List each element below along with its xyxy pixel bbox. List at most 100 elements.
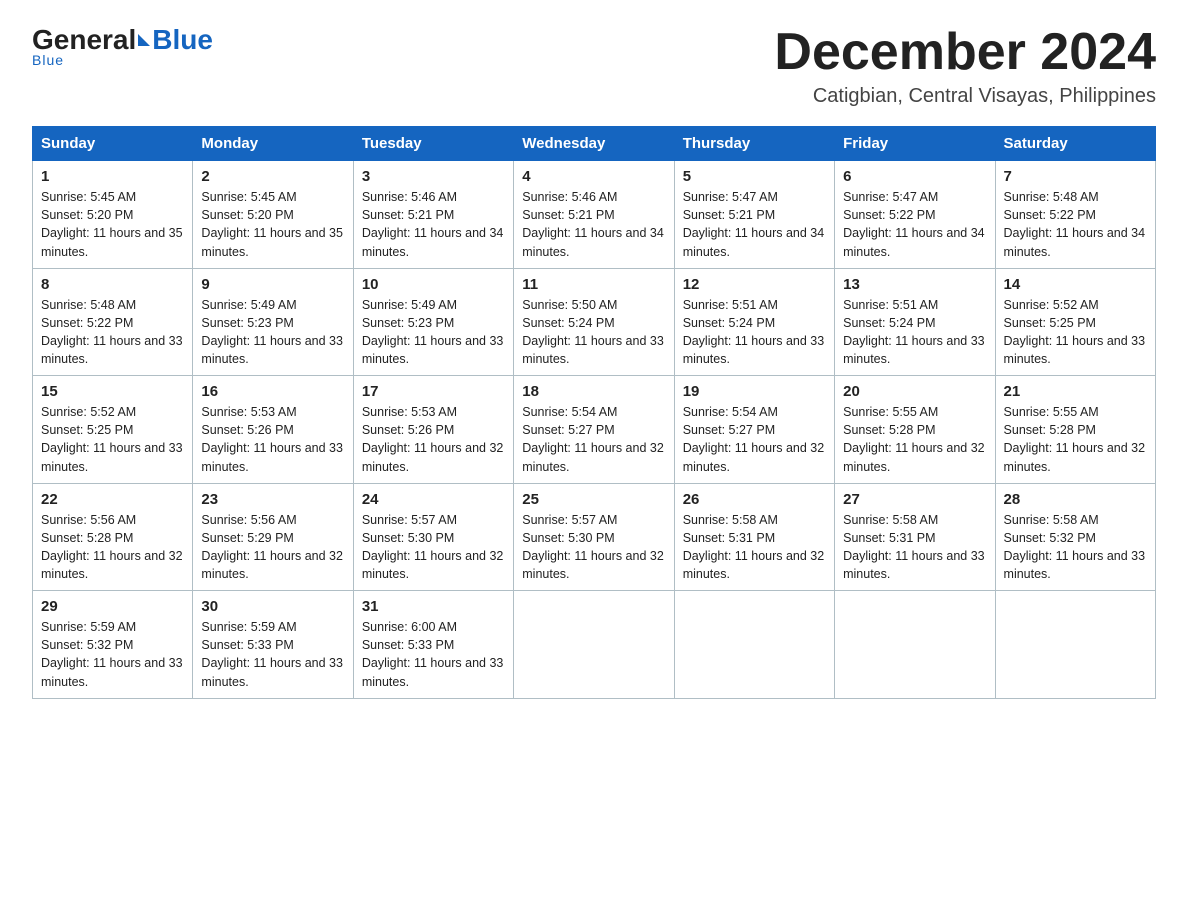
day-info: Sunrise: 5:57 AMSunset: 5:30 PMDaylight:…: [522, 511, 665, 584]
calendar-cell: 15 Sunrise: 5:52 AMSunset: 5:25 PMDayligh…: [33, 376, 193, 484]
calendar-cell: 19 Sunrise: 5:54 AMSunset: 5:27 PMDayligh…: [674, 376, 834, 484]
logo-blue-text: Blue: [152, 24, 213, 56]
calendar-week-5: 29 Sunrise: 5:59 AMSunset: 5:32 PMDayligh…: [33, 591, 1156, 699]
calendar-cell: 31Sunrise: 6:00 AMSunset: 5:33 PMDayligh…: [353, 591, 513, 699]
day-number: 16: [201, 383, 344, 400]
day-info: Sunrise: 5:54 AMSunset: 5:27 PMDaylight:…: [683, 403, 826, 476]
calendar-cell: [835, 591, 995, 699]
day-info: Sunrise: 5:58 AMSunset: 5:31 PMDaylight:…: [683, 511, 826, 584]
calendar-cell: 13 Sunrise: 5:51 AMSunset: 5:24 PMDayligh…: [835, 268, 995, 376]
day-number: 5: [683, 168, 826, 185]
day-number: 10: [362, 276, 505, 293]
calendar-cell: 25 Sunrise: 5:57 AMSunset: 5:30 PMDayligh…: [514, 483, 674, 591]
day-number: 6: [843, 168, 986, 185]
day-number: 19: [683, 383, 826, 400]
day-info: Sunrise: 5:51 AMSunset: 5:24 PMDaylight:…: [683, 296, 826, 369]
weekday-header-row: SundayMondayTuesdayWednesdayThursdayFrid…: [33, 127, 1156, 161]
day-number: 21: [1004, 383, 1147, 400]
calendar-cell: 7Sunrise: 5:48 AMSunset: 5:22 PMDaylight…: [995, 161, 1155, 269]
day-number: 9: [201, 276, 344, 293]
day-info: Sunrise: 5:55 AMSunset: 5:28 PMDaylight:…: [843, 403, 986, 476]
day-info: Sunrise: 5:52 AMSunset: 5:25 PMDaylight:…: [41, 403, 184, 476]
calendar-cell: 11Sunrise: 5:50 AMSunset: 5:24 PMDayligh…: [514, 268, 674, 376]
day-number: 30: [201, 598, 344, 615]
day-number: 18: [522, 383, 665, 400]
day-info: Sunrise: 5:47 AMSunset: 5:21 PMDaylight:…: [683, 188, 826, 261]
calendar-cell: [674, 591, 834, 699]
day-info: Sunrise: 5:59 AMSunset: 5:33 PMDaylight:…: [201, 618, 344, 691]
calendar-cell: 2 Sunrise: 5:45 AMSunset: 5:20 PMDaylight…: [193, 161, 353, 269]
day-info: Sunrise: 5:59 AMSunset: 5:32 PMDaylight:…: [41, 618, 184, 691]
day-number: 25: [522, 491, 665, 508]
calendar-cell: 8Sunrise: 5:48 AMSunset: 5:22 PMDaylight…: [33, 268, 193, 376]
calendar-cell: 21Sunrise: 5:55 AMSunset: 5:28 PMDayligh…: [995, 376, 1155, 484]
weekday-header-wednesday: Wednesday: [514, 127, 674, 161]
location-title: Catigbian, Central Visayas, Philippines: [774, 85, 1156, 108]
logo-underline: Blue: [32, 52, 64, 68]
day-info: Sunrise: 5:53 AMSunset: 5:26 PMDaylight:…: [201, 403, 344, 476]
calendar-cell: 1 Sunrise: 5:45 AMSunset: 5:20 PMDaylight…: [33, 161, 193, 269]
calendar-cell: 27 Sunrise: 5:58 AMSunset: 5:31 PMDayligh…: [835, 483, 995, 591]
logo-arrow-icon: [138, 34, 150, 46]
day-info: Sunrise: 5:45 AMSunset: 5:20 PMDaylight:…: [41, 188, 184, 261]
calendar-cell: [995, 591, 1155, 699]
day-number: 11: [522, 276, 665, 293]
calendar-cell: 26 Sunrise: 5:58 AMSunset: 5:31 PMDayligh…: [674, 483, 834, 591]
calendar-cell: 3 Sunrise: 5:46 AMSunset: 5:21 PMDaylight…: [353, 161, 513, 269]
day-number: 17: [362, 383, 505, 400]
day-info: Sunrise: 5:53 AMSunset: 5:26 PMDaylight:…: [362, 403, 505, 476]
day-number: 1: [41, 168, 184, 185]
day-number: 14: [1004, 276, 1147, 293]
weekday-header-friday: Friday: [835, 127, 995, 161]
calendar-cell: 28 Sunrise: 5:58 AMSunset: 5:32 PMDayligh…: [995, 483, 1155, 591]
day-number: 28: [1004, 491, 1147, 508]
weekday-header-thursday: Thursday: [674, 127, 834, 161]
day-number: 12: [683, 276, 826, 293]
weekday-header-monday: Monday: [193, 127, 353, 161]
title-block: December 2024 Catigbian, Central Visayas…: [774, 24, 1156, 108]
calendar-cell: 14Sunrise: 5:52 AMSunset: 5:25 PMDayligh…: [995, 268, 1155, 376]
page-header: General Blue Blue December 2024 Catigbia…: [32, 24, 1156, 108]
calendar-cell: 4Sunrise: 5:46 AMSunset: 5:21 PMDaylight…: [514, 161, 674, 269]
day-number: 26: [683, 491, 826, 508]
calendar-cell: 24Sunrise: 5:57 AMSunset: 5:30 PMDayligh…: [353, 483, 513, 591]
day-info: Sunrise: 5:58 AMSunset: 5:31 PMDaylight:…: [843, 511, 986, 584]
calendar-cell: 23Sunrise: 5:56 AMSunset: 5:29 PMDayligh…: [193, 483, 353, 591]
weekday-header-saturday: Saturday: [995, 127, 1155, 161]
day-number: 4: [522, 168, 665, 185]
day-info: Sunrise: 5:58 AMSunset: 5:32 PMDaylight:…: [1004, 511, 1147, 584]
day-number: 8: [41, 276, 184, 293]
calendar-cell: 6 Sunrise: 5:47 AMSunset: 5:22 PMDaylight…: [835, 161, 995, 269]
day-info: Sunrise: 5:56 AMSunset: 5:28 PMDaylight:…: [41, 511, 184, 584]
calendar-body: 1 Sunrise: 5:45 AMSunset: 5:20 PMDaylight…: [33, 161, 1156, 699]
day-number: 15: [41, 383, 184, 400]
day-number: 13: [843, 276, 986, 293]
calendar-cell: 22Sunrise: 5:56 AMSunset: 5:28 PMDayligh…: [33, 483, 193, 591]
calendar-table: SundayMondayTuesdayWednesdayThursdayFrid…: [32, 126, 1156, 699]
calendar-cell: 20Sunrise: 5:55 AMSunset: 5:28 PMDayligh…: [835, 376, 995, 484]
day-info: Sunrise: 5:57 AMSunset: 5:30 PMDaylight:…: [362, 511, 505, 584]
day-info: Sunrise: 5:49 AMSunset: 5:23 PMDaylight:…: [362, 296, 505, 369]
calendar-cell: 5 Sunrise: 5:47 AMSunset: 5:21 PMDaylight…: [674, 161, 834, 269]
calendar-cell: 30 Sunrise: 5:59 AMSunset: 5:33 PMDayligh…: [193, 591, 353, 699]
day-info: Sunrise: 5:45 AMSunset: 5:20 PMDaylight:…: [201, 188, 344, 261]
day-info: Sunrise: 5:51 AMSunset: 5:24 PMDaylight:…: [843, 296, 986, 369]
day-info: Sunrise: 5:46 AMSunset: 5:21 PMDaylight:…: [362, 188, 505, 261]
day-number: 3: [362, 168, 505, 185]
day-number: 2: [201, 168, 344, 185]
day-info: Sunrise: 5:47 AMSunset: 5:22 PMDaylight:…: [843, 188, 986, 261]
calendar-cell: 10 Sunrise: 5:49 AMSunset: 5:23 PMDayligh…: [353, 268, 513, 376]
calendar-cell: 12 Sunrise: 5:51 AMSunset: 5:24 PMDayligh…: [674, 268, 834, 376]
weekday-header-tuesday: Tuesday: [353, 127, 513, 161]
calendar-cell: 18 Sunrise: 5:54 AMSunset: 5:27 PMDayligh…: [514, 376, 674, 484]
logo: General Blue Blue: [32, 24, 213, 68]
day-info: Sunrise: 5:48 AMSunset: 5:22 PMDaylight:…: [1004, 188, 1147, 261]
day-number: 29: [41, 598, 184, 615]
day-info: Sunrise: 5:54 AMSunset: 5:27 PMDaylight:…: [522, 403, 665, 476]
calendar-week-2: 8Sunrise: 5:48 AMSunset: 5:22 PMDaylight…: [33, 268, 1156, 376]
day-number: 31: [362, 598, 505, 615]
month-title: December 2024: [774, 24, 1156, 81]
calendar-week-3: 15 Sunrise: 5:52 AMSunset: 5:25 PMDayligh…: [33, 376, 1156, 484]
day-number: 27: [843, 491, 986, 508]
calendar-cell: [514, 591, 674, 699]
